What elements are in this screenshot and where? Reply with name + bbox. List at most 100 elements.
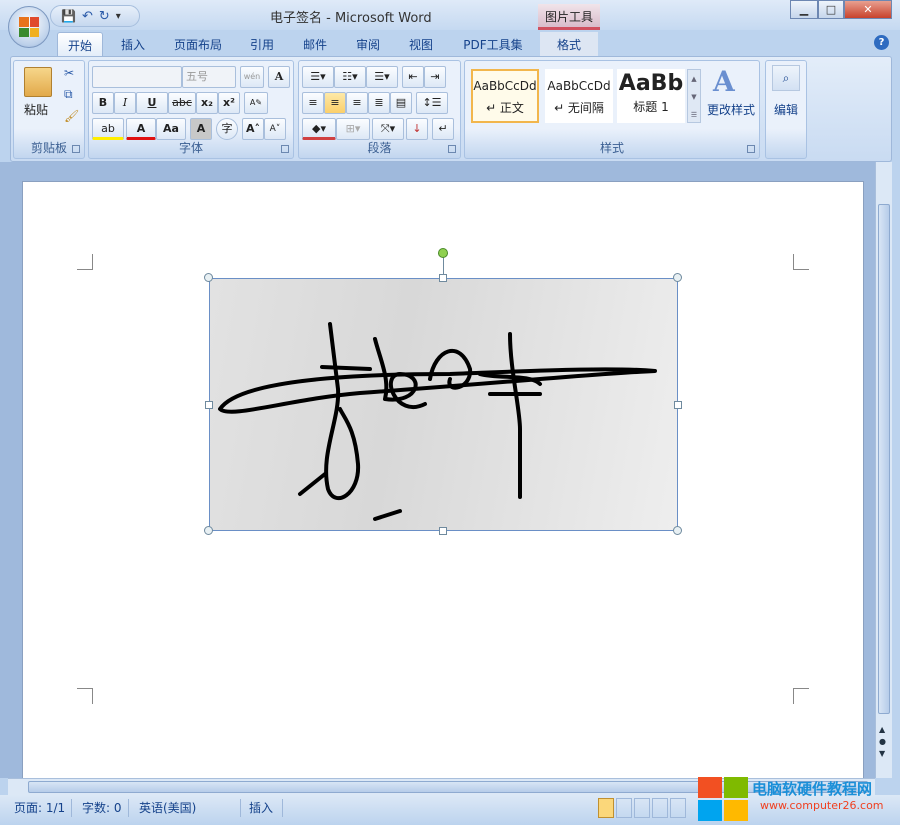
resize-handle-n[interactable] xyxy=(439,274,447,282)
subscript-button[interactable]: x₂ xyxy=(196,92,218,114)
cut-icon[interactable]: ✂ xyxy=(64,66,74,80)
chinese-layout-button[interactable]: ⤧▾ xyxy=(372,118,404,140)
font-name-select[interactable] xyxy=(92,66,182,88)
increase-indent-button[interactable]: ⇥ xyxy=(424,66,446,88)
character-border-button[interactable]: A xyxy=(268,66,290,88)
underline-button[interactable]: U xyxy=(136,92,168,114)
editing-label: 编辑 xyxy=(774,103,799,117)
picture-tools-label: 图片工具 xyxy=(538,4,600,30)
language[interactable]: 英语(美国) xyxy=(133,799,241,817)
dialog-launcher-icon[interactable] xyxy=(72,145,80,153)
resize-handle-sw[interactable] xyxy=(204,526,213,535)
help-icon[interactable]: ? xyxy=(874,35,889,50)
clipboard-group: 粘贴 ✂ ⧉ 🖌 剪贴板 xyxy=(13,60,85,159)
tab-review[interactable]: 审阅 xyxy=(348,32,388,56)
distributed-button[interactable]: ▤ xyxy=(390,92,412,114)
view-buttons xyxy=(598,798,688,818)
numbering-button[interactable]: ☷▾ xyxy=(334,66,366,88)
justify-button[interactable]: ≣ xyxy=(368,92,390,114)
signature-drawing xyxy=(218,322,657,521)
decrease-indent-button[interactable]: ⇤ xyxy=(402,66,424,88)
font-color-button[interactable]: A xyxy=(126,118,156,140)
multilevel-list-button[interactable]: ☰▾ xyxy=(366,66,398,88)
resize-handle-ne[interactable] xyxy=(673,273,682,282)
page-count[interactable]: 页面: 1/1 xyxy=(8,799,73,817)
grow-font-button[interactable]: A˄ xyxy=(242,118,264,140)
change-styles-button[interactable]: 更改样式 xyxy=(707,101,755,118)
enclose-characters-button[interactable]: 字 xyxy=(216,118,238,140)
resize-handle-e[interactable] xyxy=(674,401,682,409)
minimize-button[interactable]: ▁ xyxy=(790,0,818,19)
paste-button[interactable]: 粘贴 xyxy=(24,101,48,118)
rotation-handle[interactable] xyxy=(438,248,448,258)
paragraph-label: 段落 xyxy=(367,141,392,155)
print-layout-view-icon[interactable] xyxy=(598,798,614,818)
tab-home[interactable]: 开始 xyxy=(57,32,103,56)
vertical-scrollbar[interactable]: ▲ ● ▼ xyxy=(875,162,892,778)
resize-handle-s[interactable] xyxy=(439,527,447,535)
align-center-button[interactable]: ≡ xyxy=(324,92,346,114)
resize-handle-se[interactable] xyxy=(673,526,682,535)
shrink-font-button[interactable]: A˅ xyxy=(264,118,286,140)
window-title: 电子签名 - Microsoft Word xyxy=(270,11,432,26)
tab-pdf-tools[interactable]: PDF工具集 xyxy=(458,32,528,56)
bold-button[interactable]: B xyxy=(92,92,114,114)
save-icon[interactable]: 💾 xyxy=(61,9,76,23)
style-heading-1[interactable]: AaBb 标题 1 xyxy=(617,69,685,123)
character-shading-button[interactable]: A xyxy=(190,118,212,140)
font-size-select[interactable]: 五号 xyxy=(182,66,236,88)
redo-icon[interactable]: ↻ xyxy=(99,9,110,24)
strikethrough-button[interactable]: abc xyxy=(168,92,196,114)
insert-mode[interactable]: 插入 xyxy=(243,799,283,817)
highlight-button[interactable]: ab xyxy=(92,118,124,140)
show-marks-button[interactable]: ↵ xyxy=(432,118,454,140)
office-button[interactable] xyxy=(8,6,50,48)
shading-button[interactable]: ◆▾ xyxy=(302,118,336,140)
paste-icon[interactable] xyxy=(24,67,52,97)
margin-corner xyxy=(793,688,809,704)
style-normal[interactable]: AaBbCcDd ↵ 正文 xyxy=(471,69,539,123)
copy-icon[interactable]: ⧉ xyxy=(64,87,73,102)
word-count[interactable]: 字数: 0 xyxy=(76,799,129,817)
dialog-launcher-icon[interactable] xyxy=(448,145,456,153)
page-nav-icons[interactable]: ▲ ● ▼ xyxy=(879,724,886,760)
signature-image[interactable] xyxy=(209,278,678,531)
tab-insert[interactable]: 插入 xyxy=(110,32,156,56)
tab-page-layout[interactable]: 页面布局 xyxy=(168,32,228,56)
ribbon: 粘贴 ✂ ⧉ 🖌 剪贴板 五号 wén A B I U abc x₂ x² A✎… xyxy=(10,56,892,162)
align-left-button[interactable]: ≡ xyxy=(302,92,324,114)
superscript-button[interactable]: x² xyxy=(218,92,240,114)
phonetic-guide-button[interactable]: wén xyxy=(240,66,264,88)
line-spacing-button[interactable]: ↕☰ xyxy=(416,92,448,114)
sort-button[interactable]: ↓ xyxy=(406,118,428,140)
style-no-spacing[interactable]: AaBbCcDd ↵ 无间隔 xyxy=(545,69,613,123)
outline-view-icon[interactable] xyxy=(652,798,668,818)
tab-references[interactable]: 引用 xyxy=(242,32,282,56)
resize-handle-nw[interactable] xyxy=(204,273,213,282)
tab-format[interactable]: 格式 xyxy=(540,32,598,56)
bullets-button[interactable]: ☰▾ xyxy=(302,66,334,88)
reading-view-icon[interactable] xyxy=(616,798,632,818)
resize-handle-w[interactable] xyxy=(205,401,213,409)
clear-formatting-icon[interactable]: A✎ xyxy=(244,92,268,114)
change-case-button[interactable]: Aa xyxy=(156,118,186,140)
editing-group[interactable]: ⌕ 编辑 xyxy=(765,60,807,159)
watermark-title: 电脑软硬件教程网 xyxy=(752,780,873,798)
customize-qat-icon[interactable]: ▾ xyxy=(116,11,121,22)
vertical-scroll-thumb[interactable] xyxy=(878,204,890,714)
dialog-launcher-icon[interactable] xyxy=(281,145,289,153)
dialog-launcher-icon[interactable] xyxy=(747,145,755,153)
draft-view-icon[interactable] xyxy=(670,798,686,818)
format-painter-icon[interactable]: 🖌 xyxy=(64,109,79,123)
borders-button[interactable]: ⊞▾ xyxy=(336,118,370,140)
styles-scroll[interactable]: ▲ ▼ ☰ xyxy=(687,69,701,123)
font-label: 字体 xyxy=(178,141,203,155)
maximize-button[interactable]: □ xyxy=(818,0,844,19)
align-right-button[interactable]: ≡ xyxy=(346,92,368,114)
tab-mailings[interactable]: 邮件 xyxy=(295,32,335,56)
web-layout-view-icon[interactable] xyxy=(634,798,650,818)
italic-button[interactable]: I xyxy=(114,92,136,114)
tab-view[interactable]: 视图 xyxy=(401,32,441,56)
close-button[interactable]: ✕ xyxy=(844,0,892,19)
undo-icon[interactable]: ↶ xyxy=(82,9,93,24)
